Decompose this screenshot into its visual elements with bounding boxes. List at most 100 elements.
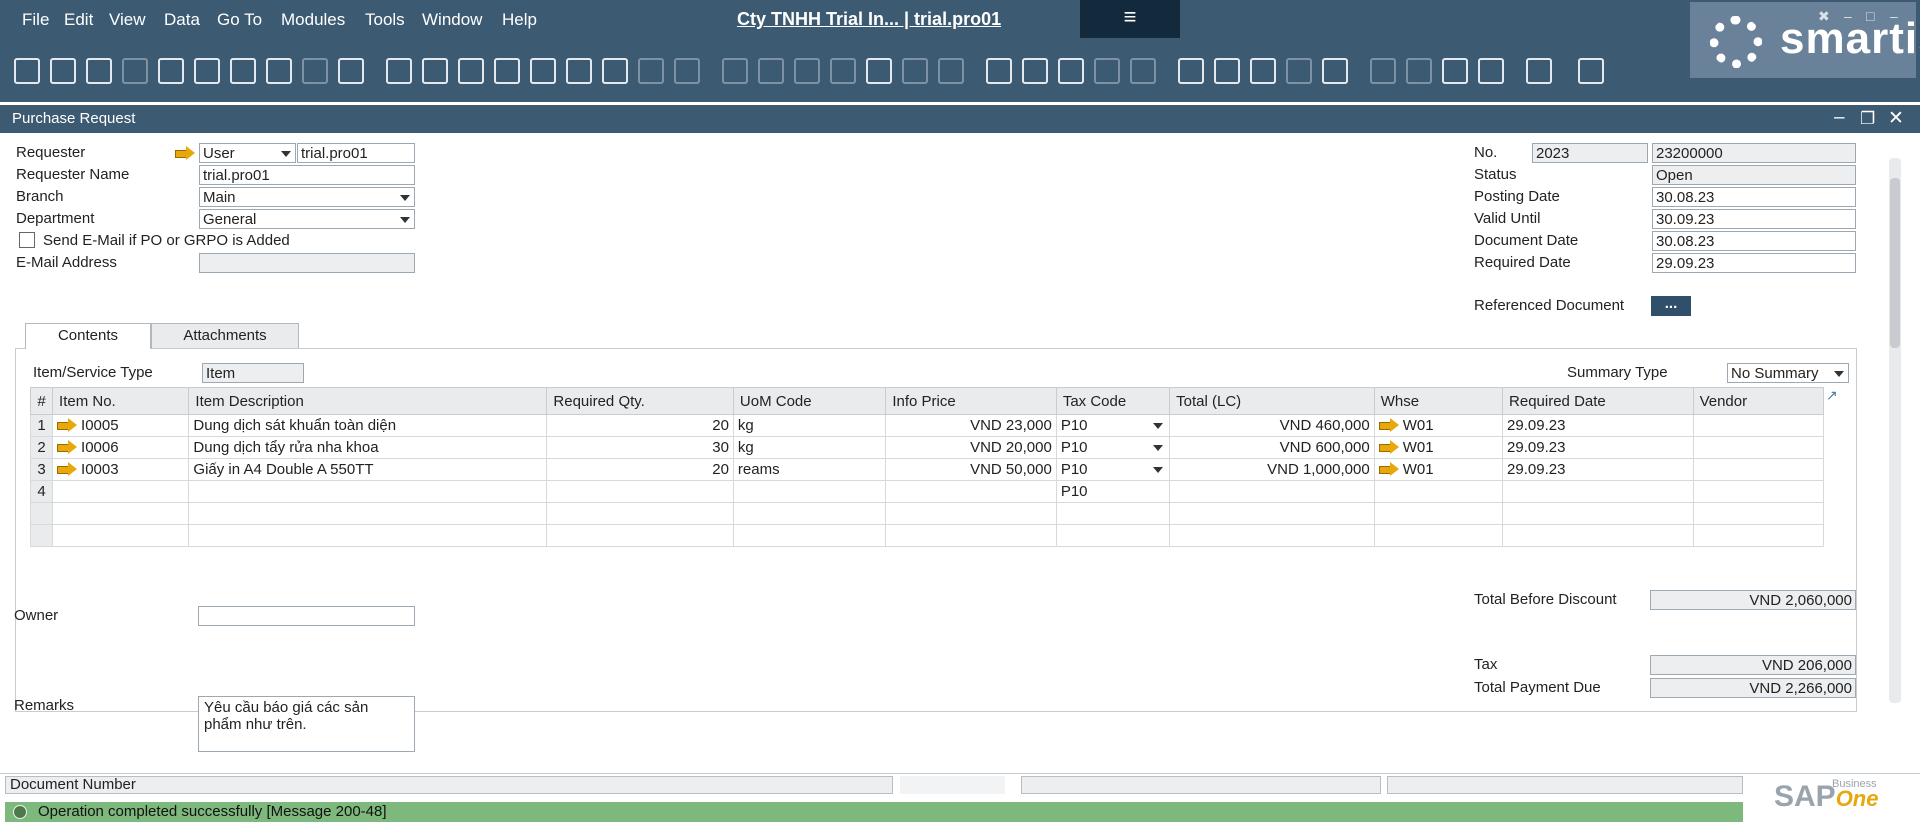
vendor-cell[interactable] bbox=[1692, 458, 1825, 481]
word-icon[interactable] bbox=[230, 58, 256, 84]
link-arrow-icon[interactable] bbox=[57, 418, 78, 432]
empty-cell[interactable] bbox=[1692, 502, 1825, 525]
tax-code-cell[interactable]: P10 bbox=[1055, 458, 1171, 481]
chevron-down-icon[interactable] bbox=[1153, 423, 1164, 429]
binoculars-icon[interactable] bbox=[386, 58, 412, 84]
link-arrow-icon[interactable] bbox=[1378, 440, 1399, 454]
info-price-cell[interactable]: VND 20,000 bbox=[885, 436, 1057, 459]
filter-icon[interactable] bbox=[638, 58, 664, 84]
tab-attachments[interactable]: Attachments bbox=[151, 323, 299, 349]
column-header-whse[interactable]: Whse bbox=[1373, 387, 1504, 415]
refresh-icon[interactable] bbox=[602, 58, 628, 84]
table-row[interactable]: 1 I0005 Dung dịch sát khuẩn toàn diện 20… bbox=[29, 414, 1825, 437]
send-email-checkbox[interactable] bbox=[19, 232, 35, 248]
balance-icon[interactable] bbox=[866, 58, 892, 84]
column-header-tax-code[interactable]: Tax Code bbox=[1055, 387, 1171, 415]
department-select[interactable]: General bbox=[199, 209, 415, 229]
uom-code-cell[interactable]: kg bbox=[732, 436, 887, 459]
export-icon[interactable] bbox=[1442, 58, 1468, 84]
menu-modules[interactable]: Modules bbox=[281, 10, 345, 30]
print-preview-icon[interactable] bbox=[86, 58, 112, 84]
total-lc-cell[interactable]: VND 460,000 bbox=[1169, 414, 1375, 437]
empty-cell[interactable] bbox=[1169, 524, 1375, 547]
series-input[interactable]: 2023 bbox=[1532, 143, 1648, 163]
pdf-icon[interactable] bbox=[266, 58, 292, 84]
tax-code-cell[interactable]: P10 bbox=[1055, 414, 1171, 437]
email-input[interactable] bbox=[199, 253, 415, 273]
column-header-required-date[interactable]: Required Date bbox=[1502, 387, 1694, 415]
journal-icon[interactable] bbox=[794, 58, 820, 84]
uom-code-cell[interactable]: kg bbox=[732, 414, 887, 437]
column-header-number[interactable]: # bbox=[29, 387, 54, 415]
empty-cell[interactable] bbox=[1502, 502, 1694, 525]
column-header-vendor[interactable]: Vendor bbox=[1692, 387, 1825, 415]
empty-cell[interactable] bbox=[52, 524, 190, 547]
required-qty-cell[interactable]: 30 bbox=[546, 436, 734, 459]
requester-input[interactable]: trial.pro01 bbox=[297, 143, 415, 163]
item-no-cell[interactable] bbox=[52, 480, 190, 503]
company-title[interactable]: Cty TNHH Trial In... | trial.pro01 bbox=[737, 9, 1001, 30]
item-no-cell[interactable]: I0006 bbox=[52, 436, 190, 459]
restore-icon[interactable]: ❐ bbox=[1860, 109, 1875, 129]
item-no-cell[interactable]: I0003 bbox=[52, 458, 190, 481]
hamburger-icon[interactable]: ≡ bbox=[1080, 0, 1180, 38]
required-date-cell[interactable]: 29.09.23 bbox=[1502, 436, 1694, 459]
message-icon[interactable] bbox=[1094, 58, 1120, 84]
copy-icon[interactable] bbox=[158, 58, 184, 84]
column-header-item-description[interactable]: Item Description bbox=[188, 387, 548, 415]
owner-input[interactable] bbox=[198, 606, 415, 626]
scrollbar-thumb[interactable] bbox=[1890, 178, 1900, 348]
email-icon[interactable] bbox=[122, 58, 148, 84]
close-icon[interactable]: ✕ bbox=[1888, 107, 1904, 130]
goto-icon[interactable] bbox=[422, 58, 448, 84]
item-description-cell[interactable]: Dung dịch sát khuẩn toàn diện bbox=[188, 414, 548, 437]
branch-select[interactable]: Main bbox=[199, 187, 415, 207]
column-header-total-lc[interactable]: Total (LC) bbox=[1169, 387, 1375, 415]
dashboard-icon[interactable] bbox=[1370, 58, 1396, 84]
requester-type-select[interactable]: User bbox=[199, 143, 296, 163]
base-document-icon[interactable] bbox=[722, 58, 748, 84]
empty-cell[interactable] bbox=[885, 502, 1057, 525]
details-icon[interactable] bbox=[1214, 58, 1240, 84]
empty-cell[interactable] bbox=[546, 502, 734, 525]
required-date-cell[interactable] bbox=[1502, 480, 1694, 503]
gross-profit-icon[interactable] bbox=[902, 58, 928, 84]
item-description-cell[interactable] bbox=[188, 480, 548, 503]
next-record-icon[interactable] bbox=[530, 58, 556, 84]
tab-contents[interactable]: Contents bbox=[25, 323, 151, 349]
requester-name-input[interactable]: trial.pro01 bbox=[199, 165, 415, 185]
info-icon[interactable] bbox=[1178, 58, 1204, 84]
alert-icon[interactable] bbox=[1130, 58, 1156, 84]
info-price-cell[interactable]: VND 50,000 bbox=[885, 458, 1057, 481]
required-qty-cell[interactable] bbox=[546, 480, 734, 503]
calculator-icon[interactable] bbox=[1250, 58, 1276, 84]
vendor-cell[interactable] bbox=[1692, 414, 1825, 437]
info-price-cell[interactable]: VND 23,000 bbox=[885, 414, 1057, 437]
menu-edit[interactable]: Edit bbox=[64, 10, 93, 30]
link-arrow-icon[interactable] bbox=[57, 440, 78, 454]
whse-cell[interactable]: W01 bbox=[1373, 414, 1504, 437]
total-payment-due-value[interactable]: VND 2,266,000 bbox=[1650, 678, 1856, 698]
target-document-icon[interactable] bbox=[758, 58, 784, 84]
table-row[interactable]: 2 I0006 Dung dịch tẩy rửa nha khoa 30 kg… bbox=[29, 436, 1825, 459]
referenced-document-button[interactable]: ... bbox=[1651, 296, 1691, 316]
empty-cell[interactable] bbox=[52, 502, 190, 525]
empty-cell[interactable] bbox=[732, 502, 887, 525]
item-description-cell[interactable]: Dung dịch tẩy rửa nha khoa bbox=[188, 436, 548, 459]
empty-cell[interactable] bbox=[188, 502, 548, 525]
uom-code-cell[interactable] bbox=[732, 480, 887, 503]
menu-window[interactable]: Window bbox=[422, 10, 482, 30]
layout-icon[interactable] bbox=[938, 58, 964, 84]
whse-cell[interactable]: W01 bbox=[1373, 458, 1504, 481]
link-arrow-icon[interactable] bbox=[175, 146, 195, 160]
window-restore-icon[interactable]: ✖ bbox=[1818, 8, 1830, 25]
empty-cell[interactable] bbox=[188, 524, 548, 547]
form-settings-icon[interactable] bbox=[1022, 58, 1048, 84]
user-icon[interactable] bbox=[1322, 58, 1348, 84]
chart-icon[interactable] bbox=[1478, 58, 1504, 84]
required-date-cell[interactable]: 29.09.23 bbox=[1502, 458, 1694, 481]
required-qty-cell[interactable]: 20 bbox=[546, 458, 734, 481]
table-row[interactable]: 4 P10 bbox=[29, 480, 1825, 503]
chevron-down-icon[interactable] bbox=[1153, 467, 1164, 473]
grid-icon[interactable] bbox=[1406, 58, 1432, 84]
